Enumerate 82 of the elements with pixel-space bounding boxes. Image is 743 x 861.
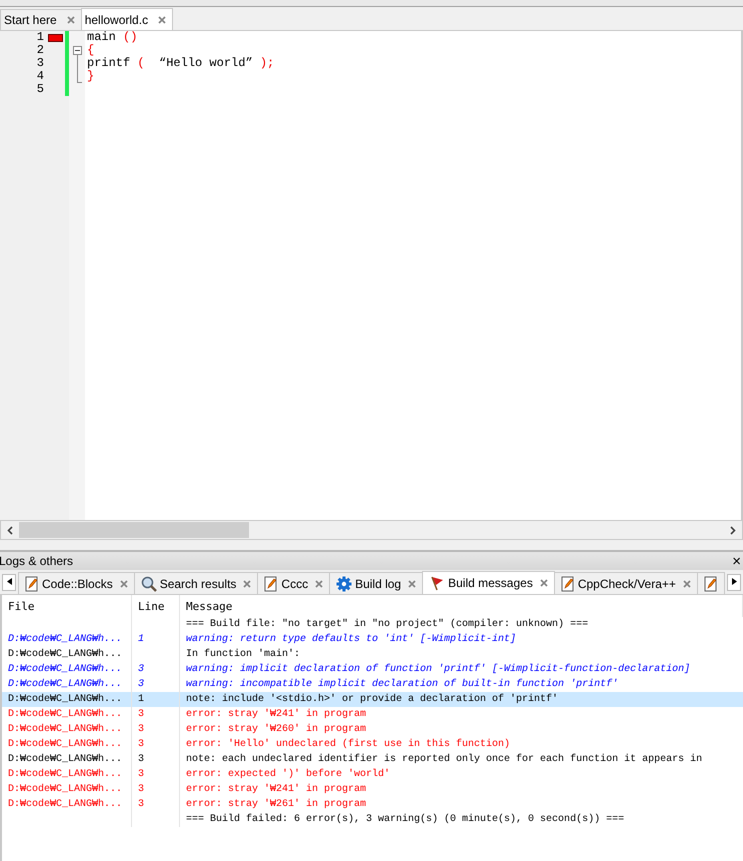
line-number: 2 <box>36 44 44 57</box>
line-cell: 1 <box>138 634 144 645</box>
left-triangle-icon <box>6 578 12 585</box>
line-cell: 3 <box>138 709 144 720</box>
line-number: 4 <box>36 70 44 83</box>
search-icon <box>140 576 157 592</box>
log-tab[interactable]: Build messages <box>422 571 555 594</box>
close-icon[interactable] <box>158 16 166 24</box>
message-cell: In function 'main': <box>186 649 300 660</box>
line-cell: 3 <box>138 754 144 765</box>
log-tab[interactable] <box>696 572 725 594</box>
file-cell: D:₩code₩C_LANG₩h... <box>8 634 122 645</box>
line-cell: 1 <box>138 694 144 705</box>
code-line: } <box>87 69 94 83</box>
code-line: main () <box>87 30 138 44</box>
file-cell: D:₩code₩C_LANG₩h... <box>8 694 122 705</box>
line-cell: 3 <box>138 664 144 675</box>
line-cell: 3 <box>138 724 144 735</box>
log-tab[interactable]: Cccc <box>257 572 330 594</box>
panel-title: Logs & others <box>0 554 74 568</box>
gear-icon <box>336 576 352 592</box>
file-cell: D:₩code₩C_LANG₩h... <box>8 784 122 795</box>
close-button[interactable]: × <box>732 554 741 568</box>
message-cell: warning: incompatible implicit declaration of built-in function 'printf' <box>186 679 618 690</box>
message-cell: === Build file: "no target" in "no project" (compiler: unknown) === <box>186 619 588 630</box>
message-cell: note: include '<stdio.h>' or provide a declaration of 'printf' <box>186 694 558 705</box>
message-cell: error: stray '₩261' in program <box>186 799 366 810</box>
file-cell: D:₩code₩C_LANG₩h... <box>8 709 122 720</box>
line-number: 3 <box>36 57 44 70</box>
line-number: 5 <box>36 83 44 96</box>
message-cell: === Build failed: 6 error(s), 3 warning(s) (0 minute(s), 0 second(s)) === <box>186 814 624 825</box>
line-cell: 3 <box>138 739 144 750</box>
scroll-right-icon[interactable] <box>730 526 736 534</box>
flag-icon <box>429 575 446 591</box>
message-cell: error: 'Hello' undeclared (first use in this function) <box>186 739 510 750</box>
message-cell: warning: implicit declaration of function 'printf' [-Wimplicit-function-declaration] <box>186 664 690 675</box>
close-icon[interactable] <box>408 580 416 588</box>
file-cell: D:₩code₩C_LANG₩h... <box>8 679 122 690</box>
fold-toggle-icon[interactable] <box>72 44 82 57</box>
log-tab[interactable]: Code::Blocks <box>18 572 135 594</box>
message-cell: error: stray '₩241' in program <box>186 784 366 795</box>
right-triangle-icon <box>732 578 736 585</box>
pencil-document-icon <box>25 576 39 592</box>
message-cell: error: stray '₩241' in program <box>186 709 366 720</box>
log-tab[interactable]: Search results <box>134 572 258 594</box>
file-cell: D:₩code₩C_LANG₩h... <box>8 664 122 675</box>
code-line: printf ( “Hello world” ); <box>87 56 274 70</box>
close-icon[interactable] <box>120 580 128 588</box>
horizontal-scrollbar[interactable] <box>0 520 743 540</box>
line-cell: 3 <box>138 799 144 810</box>
pencil-document-icon <box>560 576 575 592</box>
tab-scroll-left-button[interactable] <box>2 574 16 591</box>
line-number: 1 <box>36 31 44 44</box>
file-cell: D:₩code₩C_LANG₩h... <box>8 769 122 780</box>
close-icon[interactable] <box>66 16 75 24</box>
message-cell: error: expected ')' before 'world' <box>186 769 390 780</box>
code-line: { <box>87 43 94 57</box>
message-cell: error: stray '₩260' in program <box>186 724 366 735</box>
line-cell: 3 <box>138 769 144 780</box>
message-cell: note: each undeclared identifier is reported only once for each function it appears in <box>186 754 702 765</box>
pencil-document-icon <box>704 576 718 592</box>
line-cell: 3 <box>138 679 144 690</box>
fold-line-icon <box>76 57 78 70</box>
log-tab[interactable]: Build log <box>329 572 424 594</box>
scroll-left-icon[interactable] <box>7 526 13 534</box>
editor-tab[interactable]: helloworld.c <box>80 8 174 30</box>
message-cell: warning: return type defaults to 'int' [-Wimplicit-int] <box>186 634 516 645</box>
tab-scroll-right-button[interactable] <box>727 574 741 591</box>
scrollbar-thumb[interactable] <box>19 522 249 538</box>
file-cell: D:₩code₩C_LANG₩h... <box>8 799 122 810</box>
file-cell: D:₩code₩C_LANG₩h... <box>8 724 122 735</box>
close-icon[interactable] <box>682 580 691 588</box>
close-icon[interactable] <box>243 580 252 588</box>
line-cell: 3 <box>138 784 144 795</box>
file-cell: D:₩code₩C_LANG₩h... <box>8 739 122 750</box>
file-cell: D:₩code₩C_LANG₩h... <box>8 754 122 765</box>
editor-tab[interactable]: Start here <box>0 9 82 30</box>
pencil-document-icon <box>264 576 278 592</box>
close-icon[interactable] <box>315 580 324 588</box>
file-cell: D:₩code₩C_LANG₩h... <box>8 649 122 660</box>
log-tab[interactable]: CppCheck/Vera++ <box>554 572 698 594</box>
close-icon[interactable] <box>540 579 548 587</box>
